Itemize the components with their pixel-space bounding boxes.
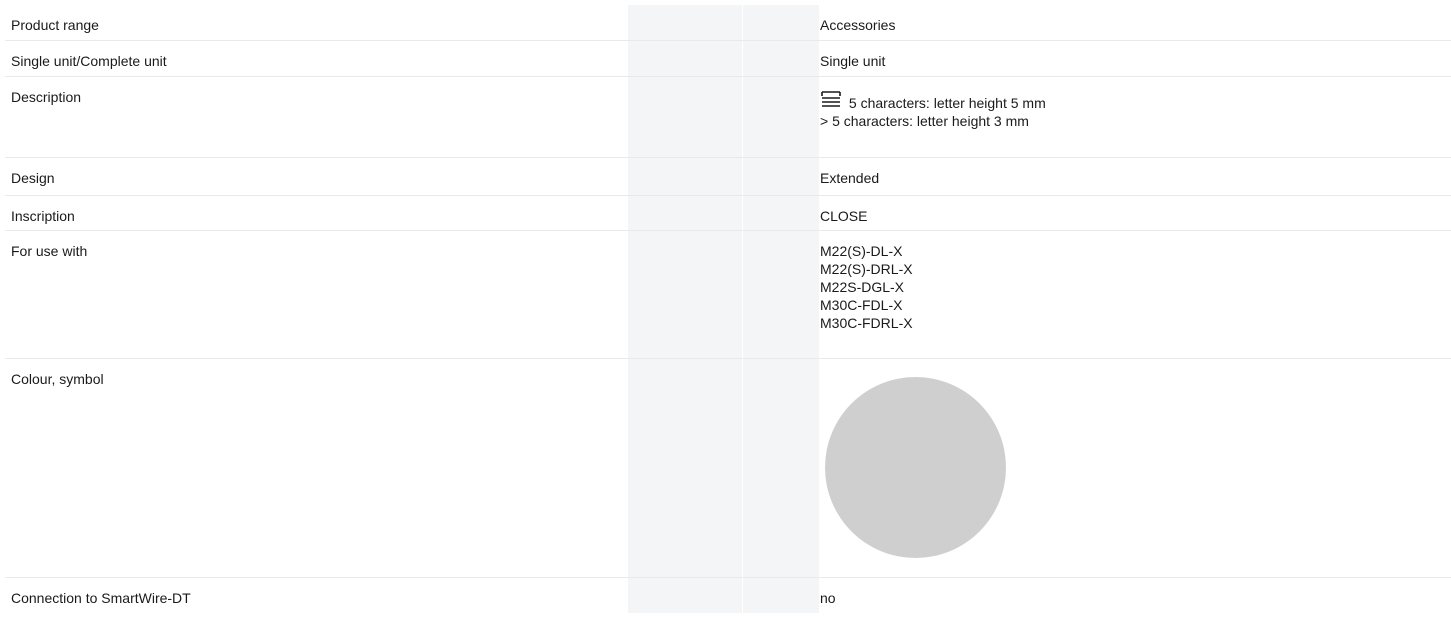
- label-product-range: Product range: [11, 17, 99, 33]
- label-colour-symbol: Colour, symbol: [11, 371, 104, 387]
- label-for-use-with: For use with: [11, 243, 88, 259]
- row-colour-symbol: Colour, symbol: [5, 359, 1451, 578]
- label-design: Design: [11, 170, 55, 186]
- colour-swatch: [825, 377, 1006, 558]
- compatible-device: M22(S)-DL-X: [820, 243, 903, 259]
- row-for-use-with: For use with M22(S)-DL-X M22(S)-DRL-X M2…: [5, 231, 1451, 359]
- label-single-unit: Single unit/Complete unit: [11, 53, 167, 69]
- label-smartwire: Connection to SmartWire-DT: [11, 590, 191, 606]
- description-line-2: > 5 characters: letter height 3 mm: [820, 113, 1029, 129]
- value-design: Extended: [820, 170, 880, 186]
- description-text-1: 5 characters: letter height 5 mm: [848, 95, 1046, 111]
- compatible-device: M22(S)-DRL-X: [820, 261, 913, 277]
- label-description: Description: [11, 89, 82, 105]
- value-colour-symbol: [813, 359, 1451, 577]
- value-smartwire: no: [820, 590, 836, 606]
- value-for-use-with: M22(S)-DL-X M22(S)-DRL-X M22S-DGL-X M30C…: [813, 231, 1451, 358]
- row-smartwire: Connection to SmartWire-DT no: [5, 578, 1451, 614]
- label-inscription: Inscription: [11, 208, 75, 224]
- compatible-device: M30C-FDRL-X: [820, 315, 913, 331]
- length-symbol-icon: [821, 91, 841, 107]
- row-product-range: Product range Accessories: [5, 5, 1451, 41]
- value-inscription: CLOSE: [820, 208, 868, 224]
- value-single-unit: Single unit: [820, 53, 886, 69]
- value-product-range: Accessories: [820, 17, 896, 33]
- spec-table: Product range Accessories Single unit/Co…: [5, 5, 1451, 614]
- row-design: Design Extended: [5, 158, 1451, 196]
- row-single-unit: Single unit/Complete unit Single unit: [5, 41, 1451, 77]
- value-description: 5 characters: letter height 5 mm > 5 cha…: [813, 77, 1451, 157]
- compatible-device: M30C-FDL-X: [820, 297, 903, 313]
- description-line-1: 5 characters: letter height 5 mm: [820, 88, 1445, 112]
- row-inscription: Inscription CLOSE: [5, 196, 1451, 231]
- compatible-device: M22S-DGL-X: [820, 279, 905, 295]
- row-description: Description 5 characters: letter height …: [5, 77, 1451, 158]
